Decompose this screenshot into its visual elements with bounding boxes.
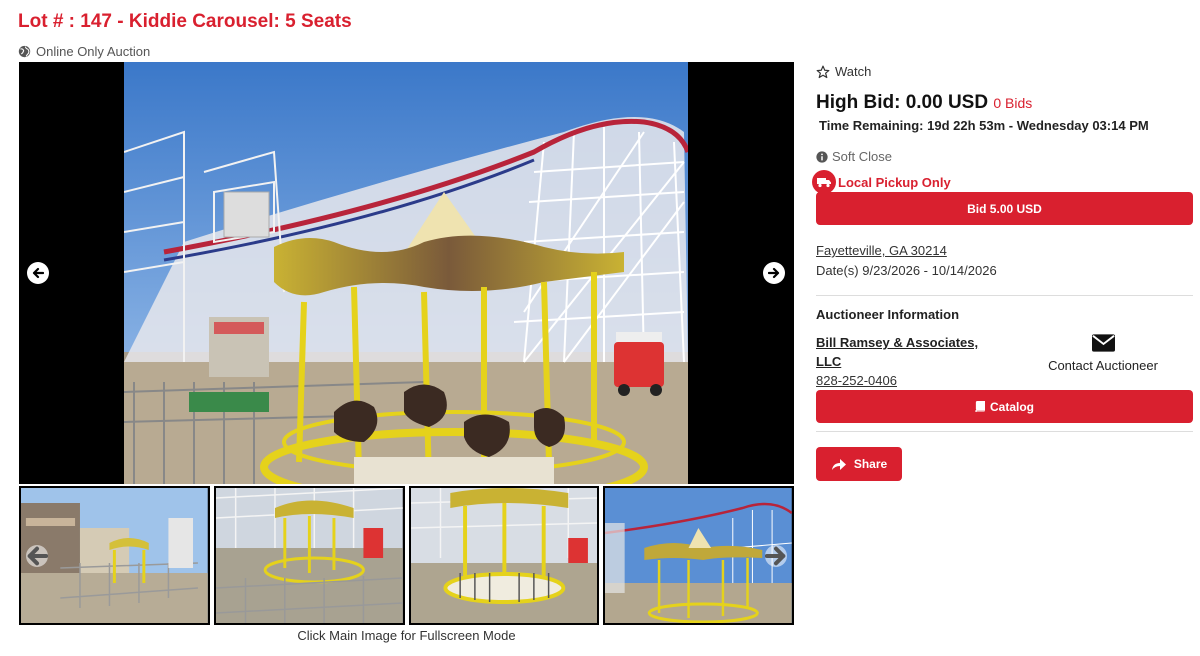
local-pickup-label: Local Pickup Only: [838, 174, 951, 190]
star-icon: [816, 65, 830, 78]
soft-close-label: Soft Close: [832, 149, 892, 164]
next-image-button[interactable]: [763, 262, 785, 284]
thumbnail-image: [410, 488, 598, 623]
high-bid-label: High Bid: 0.00 USD: [816, 92, 989, 113]
main-image-viewer[interactable]: [19, 62, 794, 484]
contact-auctioneer-label: Contact Auctioneer: [1048, 358, 1158, 373]
auctioneer-heading: Auctioneer Information: [816, 307, 960, 322]
thumb-prev-button[interactable]: [26, 545, 48, 567]
divider: [816, 295, 1193, 296]
high-bid: High Bid: 0.00 USD 0 Bids: [816, 92, 1032, 114]
arrow-right-icon: [765, 546, 786, 566]
soft-close: Soft Close: [816, 149, 892, 164]
auctioneer-name-link[interactable]: Bill Ramsey & Associates, LLC: [816, 333, 991, 371]
thumbnail-image: [215, 488, 403, 623]
auction-dates: Date(s) 9/23/2026 - 10/14/2026: [816, 263, 997, 278]
arrow-left-icon: [27, 546, 48, 566]
thumbnail-4[interactable]: [603, 486, 794, 625]
thumbnail-2[interactable]: [213, 486, 405, 625]
info-icon: [816, 150, 828, 163]
time-remaining: Time Remaining: 19d 22h 53m - Wednesday …: [819, 118, 1149, 133]
bid-button[interactable]: Bid 5.00 USD: [816, 192, 1193, 225]
thumbnail-3[interactable]: [408, 486, 600, 625]
bids-count: 0 Bids: [993, 95, 1033, 111]
envelope-icon: [1091, 334, 1115, 352]
contact-auctioneer-button[interactable]: Contact Auctioneer: [1043, 334, 1163, 373]
globe-icon: [18, 45, 31, 58]
main-image[interactable]: [124, 62, 688, 484]
share-icon: [831, 458, 846, 470]
share-button[interactable]: Share: [816, 447, 902, 481]
arrow-left-icon: [32, 267, 44, 279]
lot-title: Lot # : 147 - Kiddie Carousel: 5 Seats: [18, 11, 352, 32]
watch-button[interactable]: Watch: [816, 64, 871, 79]
thumbnail-image: [21, 488, 208, 623]
thumbnail-image: [605, 488, 792, 623]
watch-label: Watch: [835, 64, 872, 79]
auctioneer-phone-link[interactable]: 828-252-0406: [816, 373, 897, 388]
prev-image-button[interactable]: [27, 262, 49, 284]
image-caption: Click Main Image for Fullscreen Mode: [297, 628, 516, 643]
divider: [816, 431, 1193, 432]
arrow-right-icon: [768, 267, 780, 279]
truck-icon: [812, 170, 836, 194]
auction-type: Online Only Auction: [18, 44, 150, 59]
share-label: Share: [853, 457, 888, 471]
location-link[interactable]: Fayetteville, GA 30214: [816, 243, 947, 258]
book-icon: [975, 401, 985, 412]
local-pickup: Local Pickup Only: [812, 170, 951, 194]
thumb-next-button[interactable]: [765, 545, 787, 567]
catalog-label: Catalog: [989, 399, 1034, 414]
auction-type-label: Online Only Auction: [36, 44, 151, 59]
thumbnail-1[interactable]: [19, 486, 210, 625]
thumbnail-strip: [19, 486, 794, 625]
catalog-button[interactable]: Catalog: [816, 390, 1193, 423]
